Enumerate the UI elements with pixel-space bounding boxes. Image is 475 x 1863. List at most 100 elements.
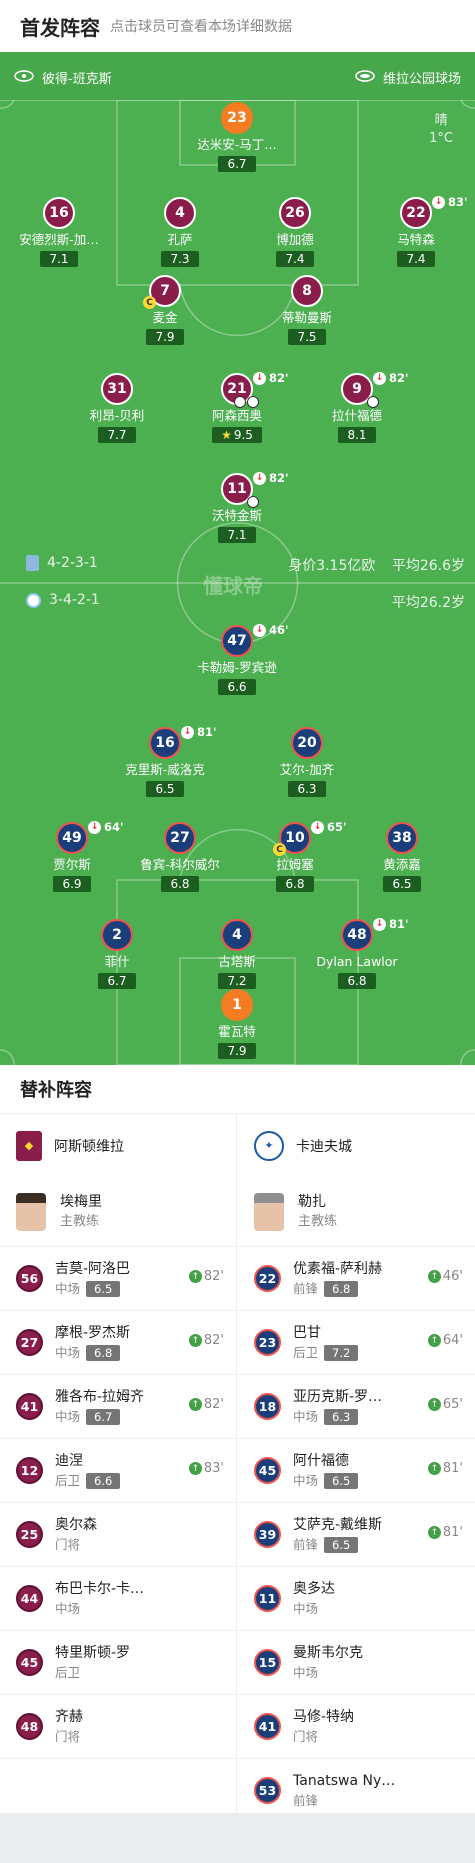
sub-row[interactable]: 39 艾萨克-戴维斯 前锋 6.5 ↑ 81' [238,1503,475,1567]
sub-row[interactable]: 56 吉莫-阿洛巴 中场 6.5 ↑ 82' [0,1247,236,1311]
away-player-8[interactable]: 4 古塔斯 7.2 [182,919,292,989]
sub-row[interactable]: 44 布巴卡尔-卡… 中场 [0,1567,236,1631]
stadium-icon [355,69,375,86]
away-player-10[interactable]: 1 霍瓦特 7.9 [182,989,292,1059]
home-team-row[interactable]: ◆ 阿斯顿维拉 [0,1114,236,1177]
sub-in-icon: ↑ [427,1334,441,1347]
sub-row[interactable]: 27 摩根-罗杰斯 中场 6.8 ↑ 82' [0,1311,236,1375]
home-player-1[interactable]: 16 安德烈斯-加… 7.1 [4,197,114,267]
sub-position-row: 门将 [55,1535,97,1555]
jersey-number: 47 ↓ 46' [221,623,289,657]
sub-rating: 6.8 [324,1280,359,1297]
home-formation: 4-2-3-1 [26,555,98,571]
player-rating: 6.6 [218,679,256,695]
sub-position-row: 中场 [293,1599,335,1619]
player-rating: 7.1 [218,527,256,543]
sub-position: 中场 [293,1472,319,1488]
bluebird-crest-icon [26,592,41,608]
sub-in-icon: ↑ [188,1462,202,1475]
sub-row[interactable]: 12 迪涅 后卫 6.6 ↑ 83' [0,1439,236,1503]
sub-name: 摩根-罗杰斯 [55,1324,131,1341]
jersey-number: 23 [221,102,253,134]
away-player-0[interactable]: 47 ↓ 46' 卡勒姆-罗宾逊 6.6 [182,623,292,695]
home-player-8[interactable]: 21 ↓ 82' 阿森西奥 ★ 9.5 [182,371,292,443]
home-player-9[interactable]: 9 ↓ 82' 拉什福德 8.1 [302,371,412,443]
home-player-4[interactable]: 22 ↓ 83' 马特森 7.4 [361,195,471,267]
away-subs-list: 22 优素福-萨利赫 前锋 6.8 ↑ 46' 23 巴甘 后卫 7.2 ↑ 64' 18 亚历克斯-罗…… [238,1247,475,1823]
home-player-7[interactable]: 31 利昂-贝利 7.7 [62,373,172,443]
away-player-4[interactable]: 27 鲁宾-科尔威尔 6.8 [125,822,235,892]
player-rating: 7.9 [146,329,184,345]
sub-row[interactable]: 41 马修-特纳 门将 [238,1695,475,1759]
player-name: 鲁宾-科尔威尔 [140,857,220,872]
home-coach[interactable]: 埃梅里 主教练 [0,1177,236,1247]
home-player-5[interactable]: 7 C 麦金 7.9 [110,275,220,345]
sub-rating: 6.5 [324,1536,359,1553]
sub-in-badge: ↑ 81' [427,1525,463,1540]
home-player-10[interactable]: 11 ↓ 82' 沃特金斯 7.1 [182,471,292,543]
sub-row[interactable]: 41 雅各布-拉姆齐 中场 6.7 ↑ 82' [0,1375,236,1439]
sub-out-icon: ↓ [432,195,445,209]
sub-position-row: 前锋 [293,1791,395,1811]
sub-row[interactable]: 22 优素福-萨利赫 前锋 6.8 ↑ 46' [238,1247,475,1311]
sub-out-badge: ↓ 82' [253,371,289,385]
jersey-number: 4 [164,197,196,229]
sub-in-icon: ↑ [427,1462,441,1475]
sub-row[interactable]: 25 奥尔森 门将 [0,1503,236,1567]
sub-out-icon: ↓ [88,820,101,834]
away-coach[interactable]: 勒扎 主教练 [238,1177,475,1247]
sub-out-icon: ↓ [253,371,266,385]
sub-out-time: 65' [327,820,347,834]
away-player-6[interactable]: 38 黄添嘉 6.5 [347,822,457,892]
substitutes-title: 替补阵容 [0,1065,475,1114]
player-name: 沃特金斯 [211,508,262,523]
player-rating: 6.5 [383,876,421,892]
sub-in-badge: ↑ 64' [427,1333,463,1348]
sub-out-badge: ↓ 46' [253,623,289,637]
away-player-2[interactable]: 20 艾尔-加齐 6.3 [252,727,362,797]
sub-position: 后卫 [55,1472,81,1488]
weather: 晴 1°C [429,112,453,148]
sub-rating: 6.5 [324,1472,359,1489]
away-player-9[interactable]: 48 ↓ 81' Dylan Lawlor 6.8 [302,917,412,989]
jersey-number: 38 [386,822,418,854]
sub-position-row: 中场 6.5 [293,1471,359,1491]
sub-in-icon: ↑ [427,1270,441,1283]
sub-row[interactable]: 11 奥多达 中场 [238,1567,475,1631]
sub-out-icon: ↓ [311,820,324,834]
home-player-3[interactable]: 26 博加德 7.4 [240,197,350,267]
home-player-6[interactable]: 8 蒂勒曼斯 7.5 [252,275,362,345]
sub-row[interactable]: 15 曼斯韦尔克 中场 [238,1631,475,1695]
away-player-1[interactable]: 16 ↓ 81' 克里斯-威洛克 6.5 [110,725,220,797]
home-player-2[interactable]: 4 孔萨 7.3 [125,197,235,267]
sub-out-badge: ↓ 81' [373,917,409,931]
away-team-label: 卡迪夫城 [296,1138,352,1155]
away-player-7[interactable]: 2 菲什 6.7 [62,919,172,989]
jersey-number: 25 [16,1521,43,1548]
jersey-number: 56 [16,1265,43,1292]
sub-row[interactable]: 45 阿什福德 中场 6.5 ↑ 81' [238,1439,475,1503]
sub-out-icon: ↓ [181,725,194,739]
coach-photo [16,1192,46,1231]
sub-in-time: 81' [442,1461,463,1476]
sub-row[interactable]: 48 齐赫 门将 [0,1695,236,1759]
home-player-0[interactable]: 23 达米安-马丁… 6.7 [182,102,292,172]
sub-row[interactable]: 23 巴甘 后卫 7.2 ↑ 64' [238,1311,475,1375]
sub-in-time: 46' [442,1269,463,1284]
away-player-5[interactable]: 10 ↓ 65' C 拉姆塞 6.8 [240,820,350,892]
match-info-bar: 彼得-班克斯 维拉公园球场 [0,52,475,100]
sub-in-badge: ↑ 82' [188,1397,224,1412]
player-rating: 6.3 [288,781,326,797]
away-team-row[interactable]: ✦ 卡迪夫城 [238,1114,475,1177]
player-name: 麦金 [152,310,178,325]
sub-position-row: 前锋 6.8 [293,1279,382,1299]
coach-name: 埃梅里 [60,1193,102,1210]
away-team-age: 平均26.2岁 [391,595,465,611]
villa-crest-icon: ◆ [16,1130,42,1161]
player-rating: 8.1 [338,427,376,443]
sub-row[interactable]: 18 亚历克斯-罗… 中场 6.3 ↑ 65' [238,1375,475,1439]
away-player-3[interactable]: 49 ↓ 64' 贾尔斯 6.9 [17,820,127,892]
jersey-number: 49 ↓ 64' [56,820,124,854]
sub-out-time: 82' [269,371,289,385]
sub-row[interactable]: 45 特里斯顿-罗 后卫 [0,1631,236,1695]
